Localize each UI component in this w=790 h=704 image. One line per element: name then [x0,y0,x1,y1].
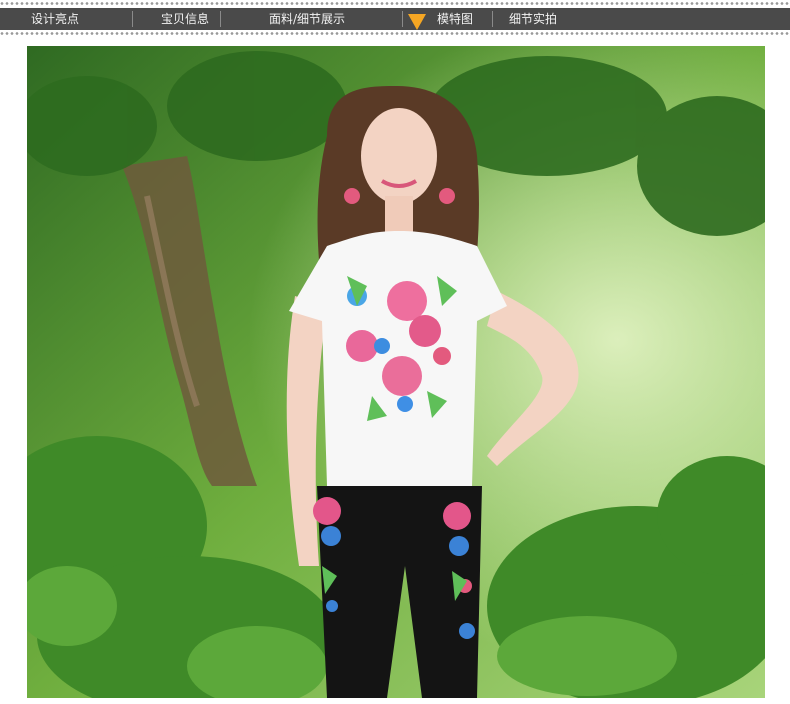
nav-item-design-highlights[interactable]: 设计亮点 [10,8,100,30]
nav-item-model-photos[interactable]: 模特图 [420,8,490,30]
section-header: 设计亮点 宝贝信息 面料/细节展示 模特图 细节实拍 [0,0,790,36]
dotted-divider-bottom [0,31,790,36]
model-photo-illustration [27,46,765,698]
nav-item-detail-photos[interactable]: 细节实拍 [498,8,568,30]
active-tab-pointer-icon [408,14,426,30]
nav-separator [132,11,133,27]
nav-separator [220,11,221,27]
nav-separator [492,11,493,27]
nav-separator [402,11,403,27]
nav-item-fabric-details[interactable]: 面料/细节展示 [232,8,382,30]
dotted-divider-top [0,1,790,6]
section-nav-bar: 设计亮点 宝贝信息 面料/细节展示 模特图 细节实拍 [0,8,790,30]
nav-item-product-info[interactable]: 宝贝信息 [140,8,230,30]
model-photo [27,46,765,698]
